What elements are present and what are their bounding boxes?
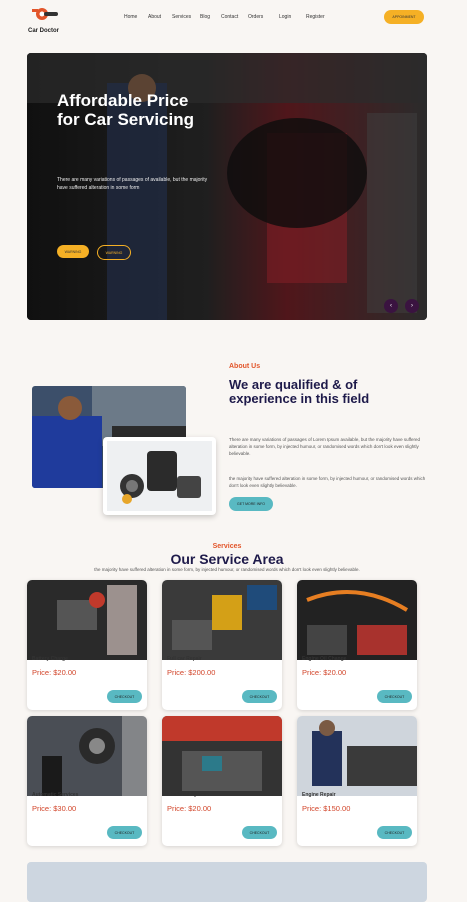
- nav-services[interactable]: Services: [172, 14, 191, 20]
- engine-repair-image: [297, 716, 417, 796]
- appointment-button[interactable]: APPOINMENT: [384, 10, 424, 24]
- checkout-button[interactable]: CHECKOUT: [107, 826, 142, 839]
- nav-login[interactable]: Login: [279, 14, 291, 20]
- services-heading: Our Service Area: [170, 551, 284, 567]
- checkout-button[interactable]: CHECKOUT: [242, 826, 277, 839]
- service-title: Battery Charge: [32, 656, 68, 662]
- about-label: About Us: [229, 363, 261, 370]
- service-price: Price: $200.00: [167, 668, 216, 677]
- about-secondary-image: [103, 437, 216, 515]
- service-card: Battery Charge Price: $20.00 CHECKOUT: [27, 580, 147, 710]
- service-card: Automatic Services Price: $30.00 CHECKOU…: [27, 716, 147, 846]
- service-card: Full car Repair Price: $200.00 CHECKOUT: [162, 580, 282, 710]
- nav-register[interactable]: Register: [306, 14, 325, 20]
- contact-banner: [27, 862, 427, 902]
- about-paragraph-2: the majority have suffered alteration in…: [229, 476, 426, 488]
- brand-name: Car Doctor: [28, 28, 60, 34]
- car-repair-image: [162, 580, 282, 660]
- hero-title: Affordable Price for Car Servicing: [57, 91, 194, 129]
- service-title: Automatic Services: [32, 792, 79, 798]
- service-card: Engine Repair Price: $150.00 CHECKOUT: [297, 716, 417, 846]
- services-subtitle: the majority have suffered alteration in…: [94, 567, 360, 572]
- checkout-button[interactable]: CHECKOUT: [377, 826, 412, 839]
- nav-home[interactable]: Home: [124, 14, 137, 20]
- get-more-info-button[interactable]: GET MORE INFO: [229, 497, 273, 511]
- service-title: Engine Oil Change: [302, 656, 347, 662]
- checkout-button[interactable]: CHECKOUT: [242, 690, 277, 703]
- automatic-services-image: [27, 716, 147, 796]
- next-arrow-icon[interactable]: ›: [405, 299, 419, 313]
- prev-arrow-icon[interactable]: ‹: [384, 299, 398, 313]
- service-card: Electrical System Price: $20.00 CHECKOUT: [162, 716, 282, 846]
- nav-contact[interactable]: Contact: [221, 14, 238, 20]
- service-title: Engine Repair: [302, 792, 336, 798]
- gear-icon: [32, 8, 58, 20]
- service-price: Price: $30.00: [32, 804, 77, 813]
- service-title: Electrical System: [167, 792, 209, 798]
- battery-image: [27, 580, 147, 660]
- service-price: Price: $20.00: [32, 668, 77, 677]
- checkout-button[interactable]: CHECKOUT: [107, 690, 142, 703]
- service-price: Price: $20.00: [302, 668, 347, 677]
- service-price: Price: $150.00: [302, 804, 351, 813]
- hero-description: There are many variations of passages of…: [57, 177, 208, 191]
- engine-oil-image: [297, 580, 417, 660]
- hero-secondary-button[interactable]: WARNING: [97, 245, 131, 260]
- services-label: Services: [212, 543, 242, 550]
- brand-logo[interactable]: Car Doctor: [28, 6, 68, 34]
- service-title: Full car Repair: [167, 656, 202, 662]
- service-card: Engine Oil Change Price: $20.00 CHECKOUT: [297, 580, 417, 710]
- service-price: Price: $20.00: [167, 804, 212, 813]
- checkout-button[interactable]: CHECKOUT: [377, 690, 412, 703]
- nav-about[interactable]: About: [148, 14, 161, 20]
- hero-banner: Affordable Price for Car Servicing There…: [27, 53, 427, 320]
- nav-orders[interactable]: Orders: [248, 14, 263, 20]
- electrical-system-image: [162, 716, 282, 796]
- nav-blog[interactable]: Blog: [200, 14, 210, 20]
- about-heading: We are qualified & of experience in this…: [229, 377, 370, 406]
- hero-primary-button[interactable]: WARNING: [57, 245, 89, 258]
- about-paragraph-1: There are many variations of passages of…: [229, 437, 421, 456]
